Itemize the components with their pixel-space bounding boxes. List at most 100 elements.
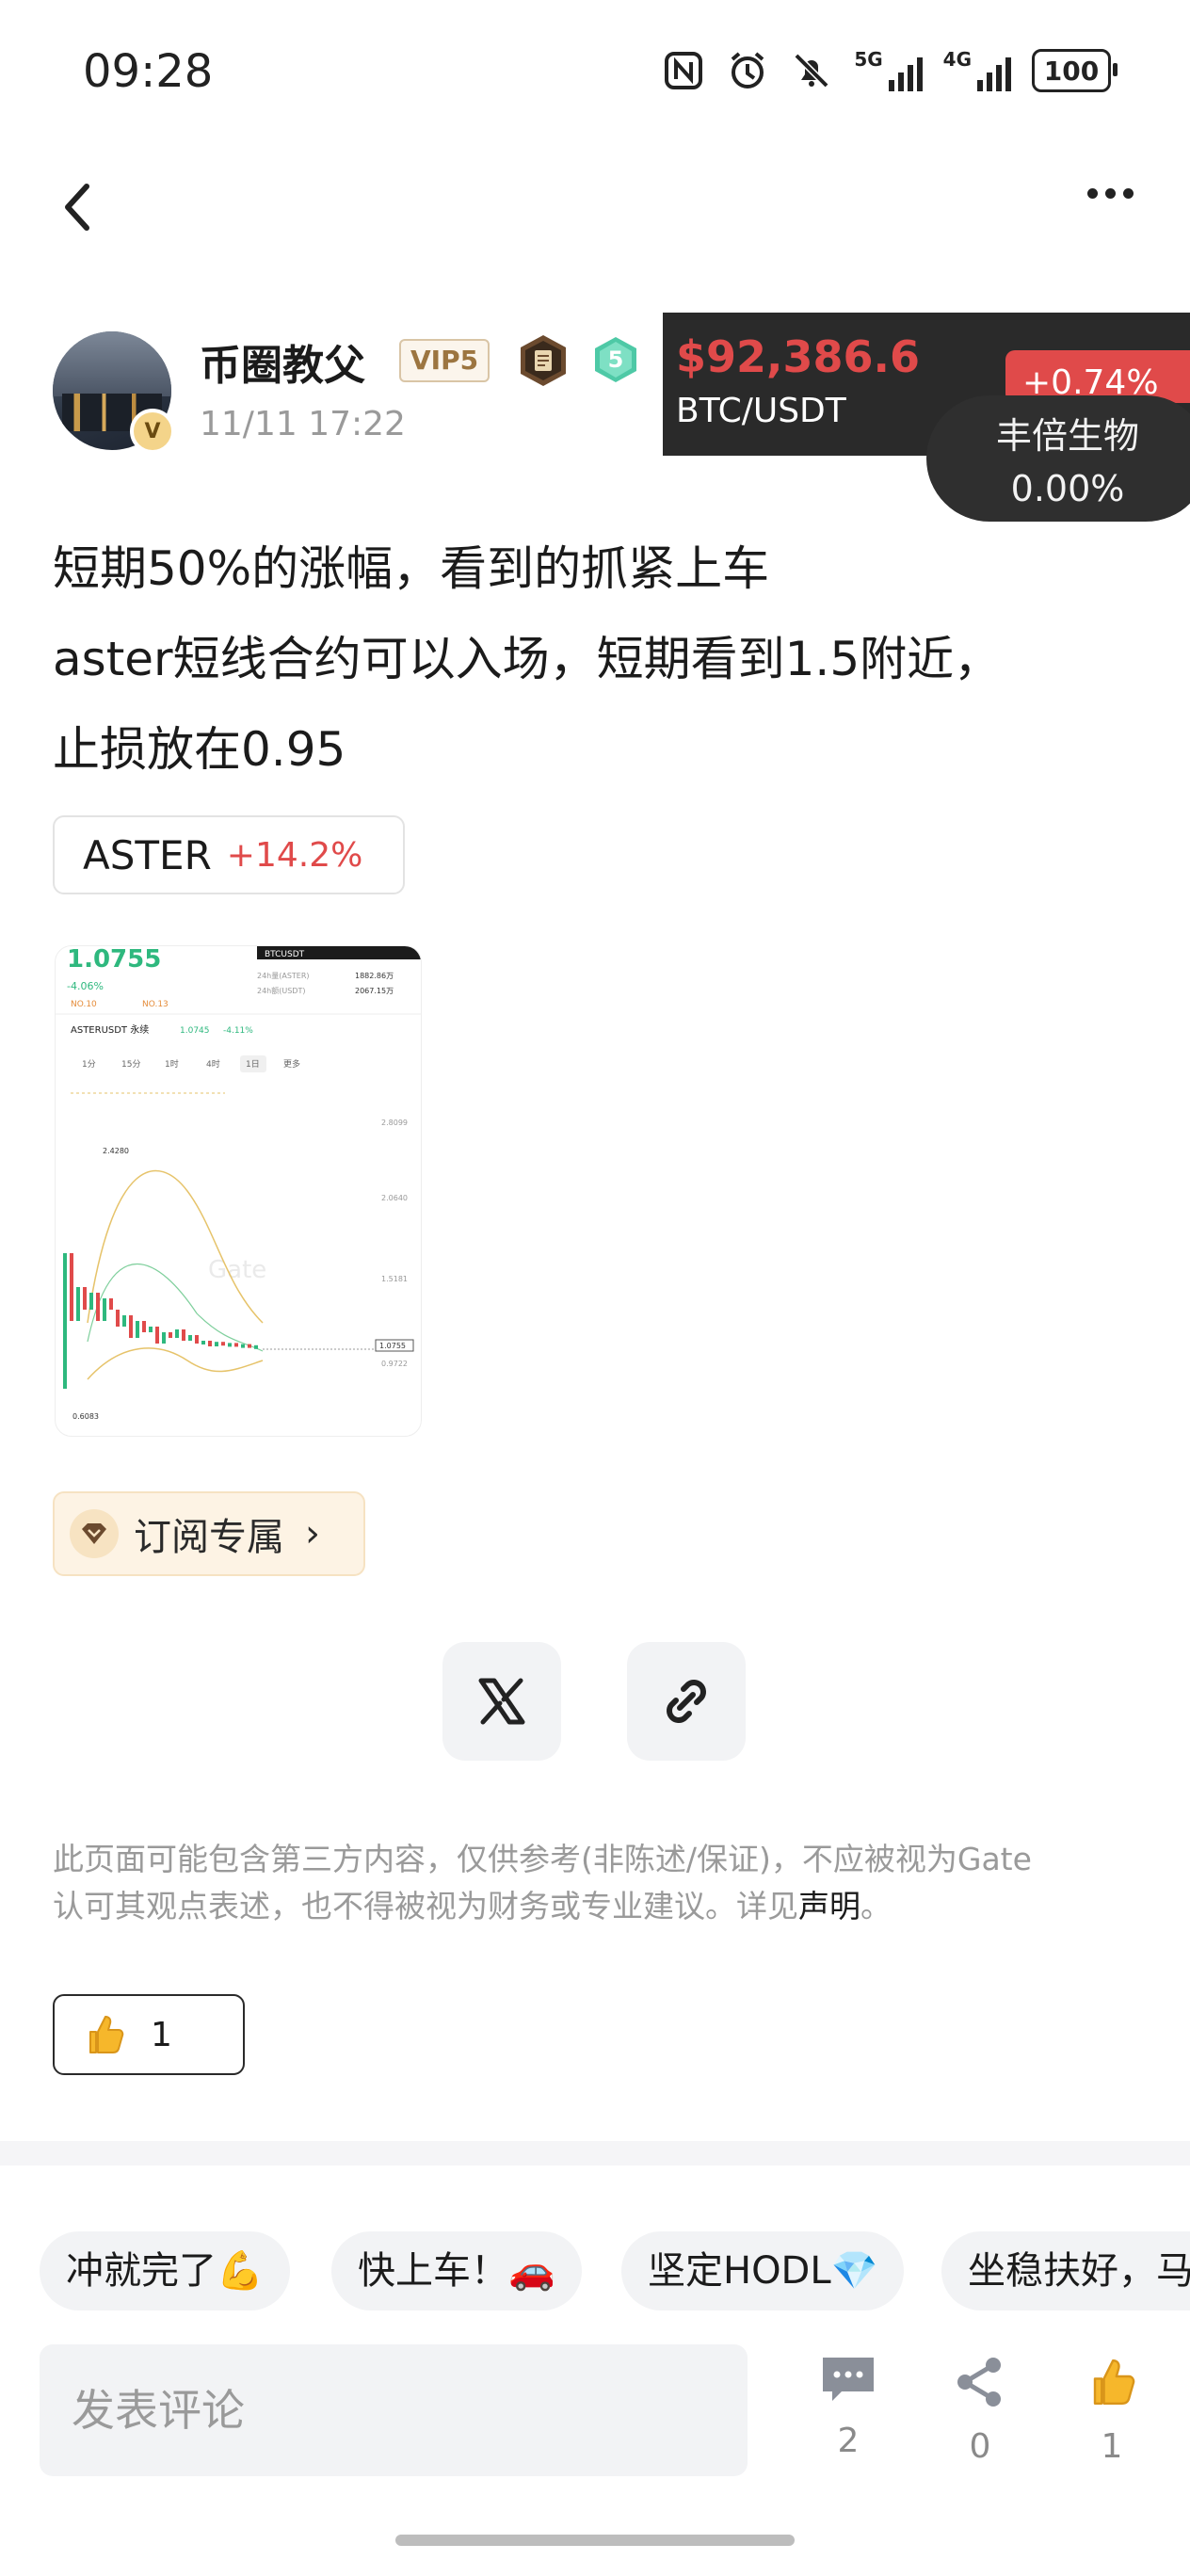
status-time: 09:28 [83,45,214,98]
thumb-candle [215,1342,218,1346]
comments-button[interactable]: 2 [806,2354,891,2460]
thumb-candle [221,1342,225,1346]
verified-badge: V [130,409,175,454]
disclaimer-end: 。 [860,1888,892,1924]
thumb-price: 1.0755 [67,946,161,974]
ticker-pair: BTC/USDT [676,392,846,430]
thumb-vol-value-1: 1882.86万 [355,972,394,980]
thumb-axis: 0.9722 [381,1360,408,1368]
thumb-pair-price: 1.0745 [180,1026,210,1036]
post-body: 短期50%的涨幅，看到的抓紧上车 aster短线合约可以入场，短期看到1.5附近… [53,523,1145,795]
thumb-tf: 更多 [283,1058,300,1070]
shares-count: 0 [969,2427,991,2466]
author-name[interactable]: 币圈教父 [200,331,365,392]
bubble-change: 0.00% [1010,468,1125,509]
thumb-vol-label-2: 24h额(USDT) [257,986,305,995]
thumb-candle [195,1335,199,1344]
thumb-candle [89,1293,93,1310]
coin-tag[interactable]: ASTER +14.2% [53,815,405,894]
thumb-axis: 1.5181 [381,1275,408,1283]
thumb-btc-tab: BTCUSDT [265,950,305,959]
thumb-vol-label-1: 24h量(ASTER) [257,972,310,980]
thumb-candle [70,1253,73,1321]
quick-reply-chip[interactable]: 冲就完了💪 [40,2231,290,2310]
section-divider [0,2141,1190,2165]
chevron-left-icon [65,184,89,231]
thumb-tf-active: 1日 [246,1059,260,1070]
thumb-candle [254,1344,258,1349]
coin-symbol: ASTER [83,831,212,878]
thumb-candle [208,1341,212,1346]
thumb-candle [234,1343,238,1347]
thumb-vol-value-2: 2067.15万 [355,987,394,995]
thumb-high-label: 2.4280 [103,1147,129,1155]
thumb-rank-2: NO.13 [142,1000,169,1009]
thumb-candle [63,1253,67,1389]
statement-link[interactable]: 声明 [798,1888,860,1924]
thumb-tf: 4时 [206,1058,220,1070]
thumb-candle [188,1335,192,1341]
thumb-low-label: 0.6083 [72,1412,99,1421]
quick-reply-chip[interactable]: 坐稳扶好，马 [941,2231,1190,2310]
thumb-candle [228,1343,232,1347]
thumb-candle [96,1293,100,1321]
thumb-pair: ASTERUSDT 永续 [71,1023,149,1036]
like-button[interactable]: 1 [53,1994,245,2075]
disclaimer-line: 认可其观点表述，也不得被视为财务或专业建议。详见 [53,1888,798,1924]
thumb-candle [136,1321,139,1338]
x-logo-icon [478,1678,525,1725]
thumb-candle [182,1329,185,1341]
thumb-tf: 1时 [165,1058,179,1070]
thumb-candle [248,1344,251,1348]
likes-count: 1 [1101,2427,1123,2466]
medal-icon [516,333,571,388]
disclaimer-line: 此页面可能包含第三方内容，仅供参考(非陈述/保证)，不应被视为Gate [53,1841,1032,1877]
quick-reply-chip[interactable]: 坚定HODL💎 [621,2231,905,2310]
thumb-axis: 2.8099 [381,1119,408,1127]
battery-icon: 100 [1032,49,1118,92]
like-action-button[interactable]: 1 [1069,2354,1154,2466]
alarm-icon [726,49,769,92]
status-icons: 5G 4G 100 [662,48,1118,92]
diamond-icon [70,1509,119,1558]
signal-5g-icon: 5G [854,48,923,91]
subscribe-label: 订阅专属 [134,1516,284,1559]
battery-level: 100 [1043,55,1100,87]
mute-icon [790,49,833,92]
disclaimer: 此页面可能包含第三方内容，仅供参考(非陈述/保证)，不应被视为Gate 认可其观… [53,1836,1135,1930]
post-image[interactable]: 1.0755 -4.06% NO.10 NO.13 BTCUSDT 24h量(A… [55,945,422,1437]
link-icon [667,1680,706,1723]
ticker-stock-bubble[interactable]: 丰倍生物 0.00% [926,395,1190,522]
comment-input[interactable]: 发表评论 [40,2344,748,2476]
thumbs-up-icon [1093,2359,1135,2405]
post-line: aster短线合约可以入场，短期看到1.5附近， [53,632,1002,686]
thumb-rank-1: NO.10 [71,1000,97,1009]
thumb-candle [149,1327,153,1332]
share-button[interactable]: 0 [938,2354,1022,2466]
share-x-button[interactable] [442,1642,561,1761]
level-number: 5 [608,346,624,373]
more-button[interactable] [1087,188,1134,199]
thumb-candle [129,1315,133,1338]
like-count: 1 [151,2015,172,2054]
thumb-change: -4.06% [67,980,104,992]
copy-link-button[interactable] [627,1642,746,1761]
comments-count: 2 [837,2422,860,2460]
thumb-candle [109,1298,113,1310]
thumb-watermark: Gate [208,1256,266,1284]
back-button[interactable] [56,179,98,235]
thumb-candle [142,1321,146,1332]
post-time: 11/11 17:22 [200,405,406,443]
chevron-right-icon: › [305,1512,320,1555]
thumb-candle [201,1341,205,1344]
thumbs-up-icon [89,2016,124,2053]
subscribe-button[interactable]: 订阅专属 › [53,1491,365,1576]
thumb-candle [162,1332,166,1344]
quick-reply-chip[interactable]: 快上车！🚗 [331,2231,582,2310]
thumb-candle [116,1310,120,1327]
thumb-candle [155,1327,159,1344]
thumb-candle [169,1332,172,1338]
comment-bubble-icon [823,2358,874,2401]
thumb-candle [103,1298,106,1321]
thumb-tf: 15分 [121,1059,140,1070]
